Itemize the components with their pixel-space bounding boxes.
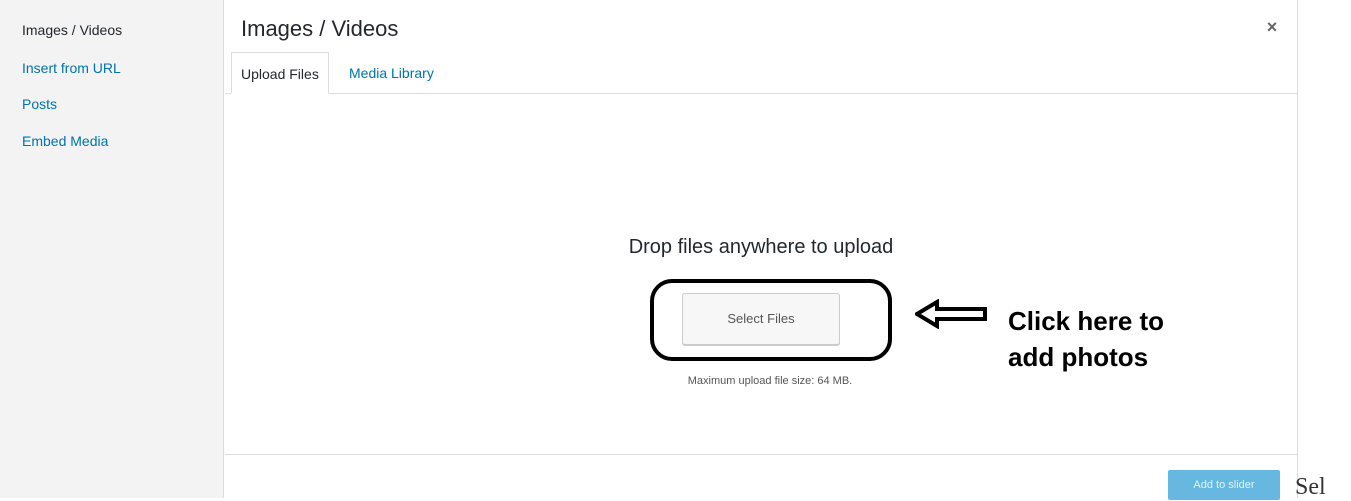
sidebar-item-insert-from-url[interactable]: Insert from URL — [22, 59, 121, 77]
modal-tabs: Upload Files Media Library — [225, 52, 1297, 94]
page-text-fragment: Sel — [1295, 474, 1326, 500]
sidebar-item-posts[interactable]: Posts — [22, 95, 57, 113]
close-icon[interactable]: × — [1260, 15, 1284, 39]
add-to-slider-button[interactable]: Add to slider — [1168, 470, 1280, 500]
drop-instructions: Drop files anywhere to upload — [628, 236, 894, 258]
media-modal-frame: Images / Videos × Upload Files Media Lib… — [225, 0, 1297, 500]
sidebar-item-images-videos[interactable]: Images / Videos — [22, 21, 122, 39]
modal-footer: Add to slider — [225, 454, 1297, 500]
sidebar-item-embed-media[interactable]: Embed Media — [22, 132, 108, 150]
tab-media-library[interactable]: Media Library — [340, 52, 443, 94]
select-files-button[interactable]: Select Files — [682, 293, 840, 345]
callout-text: Click here to add photos — [1008, 303, 1164, 375]
left-arrow-icon — [915, 299, 987, 329]
callout-line-1: Click here to — [1008, 306, 1165, 336]
media-router-sidebar: Images / Videos Insert from URL Posts Em… — [0, 0, 224, 498]
modal-right-edge — [1297, 0, 1315, 498]
callout-line-2: add photos — [1008, 342, 1149, 372]
modal-title: Images / Videos — [241, 16, 399, 41]
upload-drop-zone[interactable]: Drop files anywhere to upload Select Fil… — [225, 94, 1297, 454]
tab-upload-files[interactable]: Upload Files — [231, 52, 329, 94]
max-upload-size-text: Maximum upload file size: 64 MB. — [687, 375, 853, 387]
